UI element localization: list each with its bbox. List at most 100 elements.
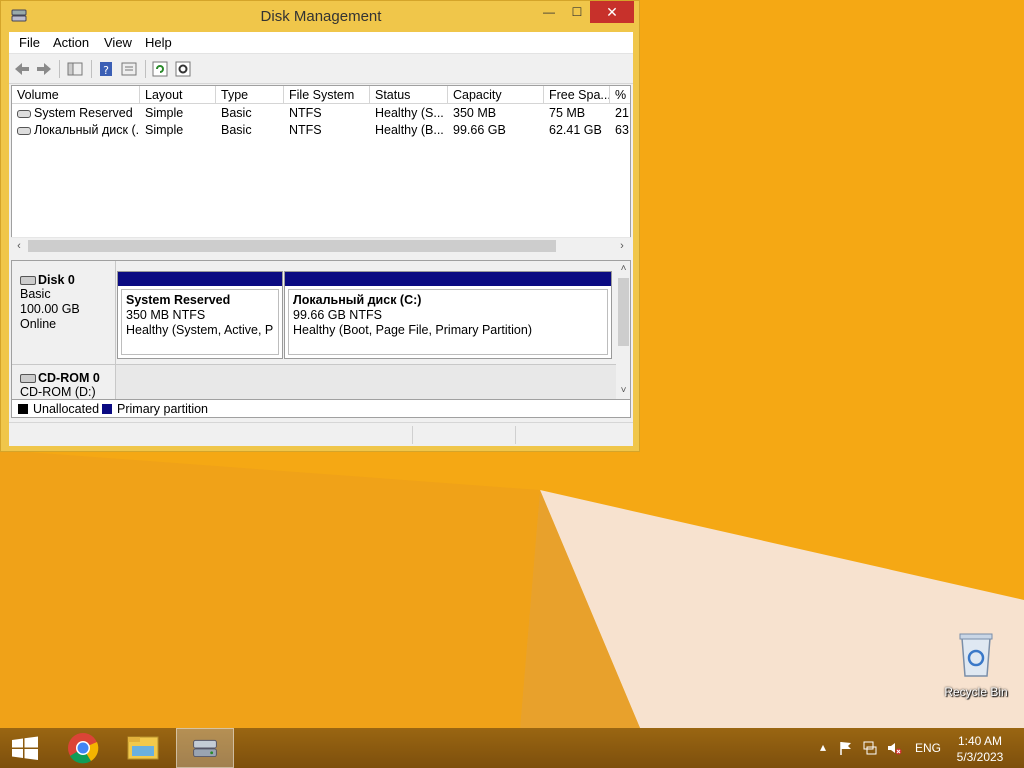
volume-icon: [17, 109, 31, 118]
legend-primary-partition: Primary partition: [102, 402, 208, 416]
partition-body: Локальный диск (C:) 99.66 GB NTFS Health…: [288, 289, 608, 355]
horizontal-scrollbar[interactable]: ‹ ›: [11, 237, 631, 253]
svg-text:?: ?: [103, 64, 109, 77]
taskbar-clock[interactable]: 1:40 AM 5/3/2023: [950, 733, 1010, 765]
title-bar[interactable]: Disk Management — ☐ ✕: [1, 1, 639, 31]
cell-layout: Simple: [145, 106, 184, 120]
column-header-status[interactable]: Status: [370, 86, 448, 104]
clock-time: 1:40 AM: [957, 734, 1003, 748]
disk-0-name-text: Disk 0: [38, 273, 75, 287]
column-header-type[interactable]: Type: [216, 86, 284, 104]
disk-icon: [20, 276, 36, 286]
toolbar-separator: [91, 60, 92, 78]
volume-muted-icon[interactable]: [886, 740, 902, 756]
cell-layout: Simple: [145, 123, 184, 137]
cdrom-0-label[interactable]: CD-ROM 0 CD-ROM (D:): [12, 364, 116, 399]
scroll-right-icon[interactable]: ›: [614, 238, 630, 254]
maximize-button[interactable]: ☐: [563, 1, 591, 23]
disk-graphical-view: Disk 0 Basic 100.00 GB Online System Res…: [11, 260, 631, 400]
cell-free-space: 75 MB: [549, 106, 586, 120]
column-header-percent-free[interactable]: % F: [610, 86, 630, 104]
partition-size: 350 MB NTFS: [126, 308, 206, 322]
settings-icon[interactable]: [173, 59, 193, 79]
file-explorer-icon[interactable]: [114, 728, 172, 768]
cell-percent-free: 63: [615, 123, 629, 137]
cell-type: Basic: [221, 123, 252, 137]
help-icon[interactable]: ?: [96, 59, 116, 79]
column-header-file-system[interactable]: File System: [284, 86, 370, 104]
cell-percent-free: 21: [615, 106, 629, 120]
column-header-layout[interactable]: Layout: [140, 86, 216, 104]
clock-date: 5/3/2023: [956, 750, 1004, 764]
column-header-free-space[interactable]: Free Spa...: [544, 86, 610, 104]
toolbar-separator: [145, 60, 146, 78]
disk-0-size: 100.00 GB: [20, 302, 80, 316]
volume-list: Volume Layout Type File System Status Ca…: [11, 85, 631, 253]
recycle-bin[interactable]: Recycle Bin: [940, 630, 1012, 699]
scroll-left-icon[interactable]: ‹: [11, 238, 27, 254]
disk-0-type: Basic: [20, 287, 51, 301]
legend-swatch: [18, 404, 28, 414]
vertical-scrollbar[interactable]: ˄ ˅: [616, 261, 630, 399]
cell-type: Basic: [221, 106, 252, 120]
partition-local-disk-c[interactable]: Локальный диск (C:) 99.66 GB NTFS Health…: [284, 271, 612, 359]
table-row[interactable]: System Reserved Simple Basic NTFS Health…: [12, 105, 630, 122]
volume-icon: [17, 126, 31, 135]
column-header-capacity[interactable]: Capacity: [448, 86, 544, 104]
refresh-icon[interactable]: [150, 59, 170, 79]
forward-arrow-icon[interactable]: [34, 59, 54, 79]
vertical-scroll-thumb[interactable]: [618, 278, 629, 346]
start-button-windows-icon[interactable]: [0, 728, 50, 768]
status-bar: [9, 422, 633, 446]
partition-status: Healthy (System, Active, Prin: [126, 323, 274, 337]
cell-free-space: 62.41 GB: [549, 123, 602, 137]
language-indicator[interactable]: ENG: [915, 741, 941, 755]
partition-body: System Reserved 350 MB NTFS Healthy (Sys…: [121, 289, 279, 355]
cell-file-system: NTFS: [289, 123, 322, 137]
console-tree-icon[interactable]: [65, 59, 85, 79]
cell-volume: System Reserved: [12, 105, 140, 122]
properties-icon[interactable]: [119, 59, 139, 79]
cdrom-0-name-text: CD-ROM 0: [38, 371, 100, 385]
cell-volume-text: Локальный диск (...: [34, 123, 140, 137]
disk-0-name: Disk 0: [20, 273, 115, 287]
minimize-button[interactable]: —: [535, 1, 563, 23]
horizontal-scroll-thumb[interactable]: [28, 240, 556, 252]
disk-management-taskbar-icon[interactable]: [176, 728, 234, 768]
menu-help[interactable]: Help: [145, 35, 172, 50]
partition-name: Локальный диск (C:): [293, 293, 422, 307]
menu-bar: File Action View Help: [9, 32, 633, 54]
menu-action[interactable]: Action: [53, 35, 89, 50]
table-row[interactable]: Локальный диск (... Simple Basic NTFS He…: [12, 122, 630, 139]
scroll-down-icon[interactable]: ˅: [616, 383, 630, 399]
column-header-volume[interactable]: Volume: [12, 86, 140, 104]
volume-list-header: Volume Layout Type File System Status Ca…: [12, 86, 630, 104]
partition-name: System Reserved: [126, 293, 231, 307]
back-arrow-icon[interactable]: [12, 59, 32, 79]
partition-system-reserved[interactable]: System Reserved 350 MB NTFS Healthy (Sys…: [117, 271, 283, 359]
partition-status: Healthy (Boot, Page File, Primary Partit…: [293, 323, 532, 337]
disk-management-window: Disk Management — ☐ ✕ File Action View H…: [0, 0, 640, 452]
action-center-flag-icon[interactable]: [838, 740, 854, 756]
partition-bar: [285, 272, 611, 286]
toolbar-separator: [59, 60, 60, 78]
menu-view[interactable]: View: [104, 35, 132, 50]
recycle-bin-icon: [959, 633, 993, 677]
partition-bar: [118, 272, 282, 286]
legend: Unallocated Primary partition: [11, 400, 631, 418]
scroll-up-icon[interactable]: ˄: [616, 261, 630, 277]
legend-unallocated: Unallocated: [18, 402, 99, 416]
cell-volume-text: System Reserved: [34, 106, 133, 120]
cdrom-icon: [20, 374, 36, 384]
toolbar: ?: [9, 54, 633, 84]
show-hidden-icons-chevron-icon[interactable]: ▴: [815, 740, 831, 756]
chrome-icon[interactable]: [54, 728, 112, 768]
close-button[interactable]: ✕: [590, 1, 634, 23]
network-icon[interactable]: [862, 740, 878, 756]
cell-file-system: NTFS: [289, 106, 322, 120]
disk-0-label[interactable]: Disk 0 Basic 100.00 GB Online: [12, 261, 116, 364]
status-bar-divider: [515, 426, 516, 444]
cdrom-0-area[interactable]: [116, 364, 616, 399]
menu-file[interactable]: File: [19, 35, 40, 50]
legend-label: Unallocated: [33, 402, 100, 416]
